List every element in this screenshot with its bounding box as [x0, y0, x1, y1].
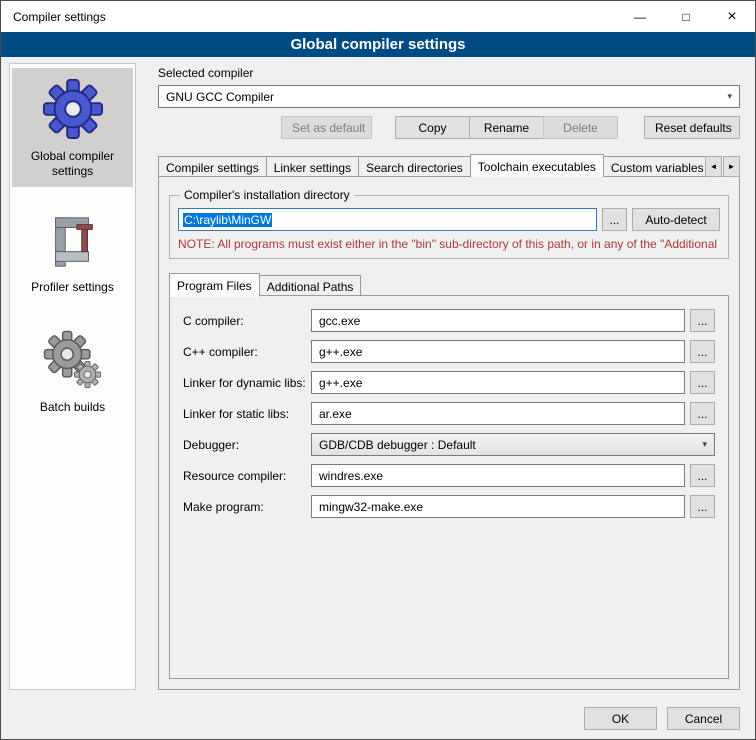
form-row-make-program: Make program: mingw32-make.exe ...	[183, 495, 715, 518]
tab-toolchain-executables[interactable]: Toolchain executables	[470, 154, 604, 177]
chevron-down-icon: ▾	[702, 439, 707, 450]
static-linker-browse-button[interactable]: ...	[690, 402, 715, 425]
dynamic-linker-input[interactable]: g++.exe	[311, 371, 685, 394]
gears-icon	[42, 329, 104, 391]
close-button[interactable]: ×	[709, 1, 755, 32]
form-row-cpp-compiler: C++ compiler: g++.exe ...	[183, 340, 715, 363]
debugger-label: Debugger:	[183, 438, 311, 452]
debugger-dropdown[interactable]: GDB/CDB debugger : Default ▾	[311, 433, 715, 456]
reset-defaults-button[interactable]: Reset defaults	[644, 116, 740, 139]
sidebar-item-label: Profiler settings	[14, 280, 131, 295]
tab-scroll-right-button[interactable]: ►	[723, 156, 740, 177]
c-compiler-browse-button[interactable]: ...	[690, 309, 715, 332]
form-row-static-linker: Linker for static libs: ar.exe ...	[183, 402, 715, 425]
c-compiler-label: C compiler:	[183, 314, 311, 328]
cpp-compiler-label: C++ compiler:	[183, 345, 311, 359]
minimize-icon: —	[634, 10, 646, 24]
selected-compiler-value: GNU GCC Compiler	[166, 90, 274, 104]
gear-icon	[42, 78, 104, 140]
tabs-scroll-area: Compiler settings Linker settings Search…	[158, 153, 705, 177]
sidebar-item-batch-builds[interactable]: Batch builds	[12, 319, 133, 423]
make-program-label: Make program:	[183, 500, 311, 514]
installation-directory-input[interactable]: C:\raylib\MinGW	[178, 208, 597, 231]
rename-button[interactable]: Rename	[469, 116, 544, 139]
sidebar: Global compiler settings Profiler settin…	[9, 63, 136, 690]
main-content: Selected compiler GNU GCC Compiler ▾ Set…	[158, 63, 740, 690]
browse-directory-button[interactable]: ...	[602, 208, 627, 231]
c-compiler-input[interactable]: gcc.exe	[311, 309, 685, 332]
maximize-button[interactable]: □	[663, 1, 709, 32]
settings-tabstrip: Compiler settings Linker settings Search…	[158, 153, 740, 177]
installation-directory-label: Compiler's installation directory	[180, 188, 354, 202]
sidebar-item-label: Global compiler settings	[14, 149, 131, 179]
minimize-button[interactable]: —	[617, 1, 663, 32]
dialog-footer: OK Cancel	[584, 707, 740, 730]
dynamic-linker-browse-button[interactable]: ...	[690, 371, 715, 394]
clamp-icon	[42, 213, 104, 271]
maximize-icon: □	[682, 10, 689, 24]
form-row-c-compiler: C compiler: gcc.exe ...	[183, 309, 715, 332]
copy-button[interactable]: Copy	[395, 116, 470, 139]
tab-custom-variables[interactable]: Custom variables	[603, 156, 705, 177]
window-title: Compiler settings	[13, 10, 106, 24]
cpp-compiler-value: g++.exe	[319, 345, 362, 359]
sidebar-item-global-compiler-settings[interactable]: Global compiler settings	[12, 68, 133, 187]
sidebar-item-profiler-settings[interactable]: Profiler settings	[12, 203, 133, 303]
make-program-browse-button[interactable]: ...	[690, 495, 715, 518]
titlebar: Compiler settings — □ ×	[1, 1, 755, 32]
tab-compiler-settings[interactable]: Compiler settings	[158, 156, 267, 177]
resource-compiler-label: Resource compiler:	[183, 469, 311, 483]
arrow-right-icon: ►	[728, 162, 736, 171]
set-as-default-button[interactable]: Set as default	[281, 116, 372, 139]
auto-detect-button[interactable]: Auto-detect	[632, 208, 720, 231]
installation-note: NOTE: All programs must exist either in …	[178, 237, 720, 251]
resource-compiler-value: windres.exe	[319, 469, 383, 483]
cpp-compiler-browse-button[interactable]: ...	[690, 340, 715, 363]
form-row-resource-compiler: Resource compiler: windres.exe ...	[183, 464, 715, 487]
make-program-value: mingw32-make.exe	[319, 500, 423, 514]
make-program-input[interactable]: mingw32-make.exe	[311, 495, 685, 518]
tab-additional-paths[interactable]: Additional Paths	[259, 275, 362, 296]
toolchain-executables-panel: Compiler's installation directory C:\ray…	[158, 176, 740, 690]
resource-compiler-browse-button[interactable]: ...	[690, 464, 715, 487]
installation-directory-row: C:\raylib\MinGW ... Auto-detect	[178, 208, 720, 231]
tab-search-directories[interactable]: Search directories	[358, 156, 471, 177]
program-files-panel: C compiler: gcc.exe ... C++ compiler: g+…	[169, 295, 729, 679]
cpp-compiler-input[interactable]: g++.exe	[311, 340, 685, 363]
form-row-debugger: Debugger: GDB/CDB debugger : Default ▾	[183, 433, 715, 456]
static-linker-label: Linker for static libs:	[183, 407, 311, 421]
program-files-section: Program Files Additional Paths C compile…	[169, 272, 729, 679]
close-icon: ×	[727, 8, 736, 26]
installation-directory-value: C:\raylib\MinGW	[183, 213, 272, 227]
ok-button[interactable]: OK	[584, 707, 657, 730]
chevron-down-icon: ▾	[727, 91, 732, 102]
c-compiler-value: gcc.exe	[319, 314, 360, 328]
tab-scroll-left-button[interactable]: ◄	[705, 156, 722, 177]
static-linker-input[interactable]: ar.exe	[311, 402, 685, 425]
static-linker-value: ar.exe	[319, 407, 352, 421]
dynamic-linker-label: Linker for dynamic libs:	[183, 376, 311, 390]
arrow-left-icon: ◄	[710, 162, 718, 171]
installation-directory-group: Compiler's installation directory C:\ray…	[169, 188, 729, 259]
dynamic-linker-value: g++.exe	[319, 376, 362, 390]
program-tabstrip: Program Files Additional Paths	[169, 272, 729, 296]
debugger-value: GDB/CDB debugger : Default	[319, 438, 476, 452]
selected-compiler-label: Selected compiler	[158, 66, 740, 80]
resource-compiler-input[interactable]: windres.exe	[311, 464, 685, 487]
delete-button[interactable]: Delete	[543, 116, 618, 139]
sidebar-item-label: Batch builds	[14, 400, 131, 415]
dialog-header: Global compiler settings	[1, 32, 755, 57]
window-controls: — □ ×	[617, 1, 755, 32]
tab-program-files[interactable]: Program Files	[169, 273, 260, 297]
compiler-settings-window: Compiler settings — □ × Global compiler …	[0, 0, 756, 740]
cancel-button[interactable]: Cancel	[667, 707, 740, 730]
compiler-actions: Set as default Copy Rename Delete Reset …	[158, 116, 740, 139]
selected-compiler-dropdown[interactable]: GNU GCC Compiler ▾	[158, 85, 740, 108]
tab-linker-settings[interactable]: Linker settings	[266, 156, 359, 177]
form-row-dynamic-linker: Linker for dynamic libs: g++.exe ...	[183, 371, 715, 394]
